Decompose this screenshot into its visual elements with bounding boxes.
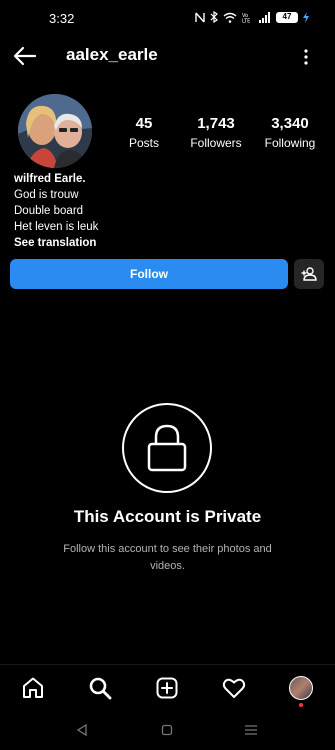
nav-home[interactable] bbox=[20, 675, 46, 701]
profile-header: aalex_earle bbox=[0, 36, 335, 76]
stat-following[interactable]: 3,340 Following bbox=[258, 115, 322, 150]
status-icons: Vo LTE 47 bbox=[195, 11, 309, 23]
system-home-button[interactable] bbox=[159, 722, 175, 738]
nav-create[interactable] bbox=[154, 675, 180, 701]
battery-icon: 47 bbox=[276, 11, 298, 23]
bio-line: Double board bbox=[14, 205, 84, 217]
private-account-title: This Account is Private bbox=[73, 507, 262, 526]
stat-followers[interactable]: 1,743 Followers bbox=[183, 115, 249, 150]
bio-line: God is trouw bbox=[14, 189, 79, 201]
nfc-icon bbox=[195, 12, 205, 22]
system-back-button[interactable] bbox=[74, 722, 90, 738]
posts-label: Posts bbox=[128, 136, 159, 150]
heart-icon bbox=[222, 678, 246, 698]
bio-name: wilfred Earle. bbox=[14, 173, 86, 185]
status-time: 3:32 bbox=[49, 11, 75, 26]
search-icon bbox=[89, 677, 112, 700]
nav-activity[interactable] bbox=[221, 675, 247, 701]
bottom-nav bbox=[0, 664, 335, 710]
following-label: Following bbox=[264, 136, 316, 150]
suggested-accounts-button[interactable] bbox=[294, 259, 324, 289]
charging-icon bbox=[303, 11, 309, 23]
follow-button[interactable]: Follow bbox=[10, 259, 288, 289]
nav-search[interactable] bbox=[87, 675, 113, 701]
profile-username: aalex_earle bbox=[66, 45, 158, 64]
volte-icon: VoLTE bbox=[242, 13, 250, 23]
private-lock-circle bbox=[122, 403, 212, 493]
profile-bio: wilfred Earle. God is trouw Double board… bbox=[14, 171, 98, 251]
home-icon bbox=[23, 677, 43, 698]
back-triangle-icon bbox=[76, 724, 87, 736]
followers-label: Followers bbox=[190, 136, 242, 150]
status-bar: 3:32 Vo LTE 47 bbox=[0, 0, 335, 36]
battery-level: 47 bbox=[282, 11, 292, 21]
bluetooth-icon bbox=[210, 11, 218, 23]
notification-dot bbox=[299, 703, 303, 707]
home-square-icon bbox=[161, 724, 173, 736]
more-vertical-icon[interactable] bbox=[303, 48, 309, 66]
svg-text:LTE: LTE bbox=[242, 18, 250, 23]
add-person-icon bbox=[301, 267, 317, 281]
profile-avatar[interactable] bbox=[18, 94, 92, 168]
profile-avatar bbox=[289, 676, 313, 700]
recents-menu-icon bbox=[245, 725, 257, 735]
system-nav-bar bbox=[0, 710, 335, 750]
private-account-description: Follow this account to see their photos … bbox=[63, 543, 272, 572]
create-icon bbox=[156, 677, 178, 699]
lock-icon bbox=[147, 424, 187, 472]
avatar-photo bbox=[18, 94, 92, 168]
wifi-icon bbox=[223, 12, 237, 23]
posts-count: 45 bbox=[135, 115, 153, 132]
nav-profile[interactable] bbox=[288, 675, 314, 701]
system-recents-button[interactable] bbox=[243, 722, 259, 738]
followers-count: 1,743 bbox=[197, 115, 235, 132]
signal-icon bbox=[259, 11, 270, 23]
arrow-left-icon[interactable] bbox=[13, 46, 37, 66]
see-translation-link[interactable]: See translation bbox=[14, 235, 98, 251]
bio-line: Het leven is leuk bbox=[14, 221, 99, 233]
stat-posts[interactable]: 45 Posts bbox=[124, 115, 164, 150]
following-count: 3,340 bbox=[271, 115, 309, 132]
